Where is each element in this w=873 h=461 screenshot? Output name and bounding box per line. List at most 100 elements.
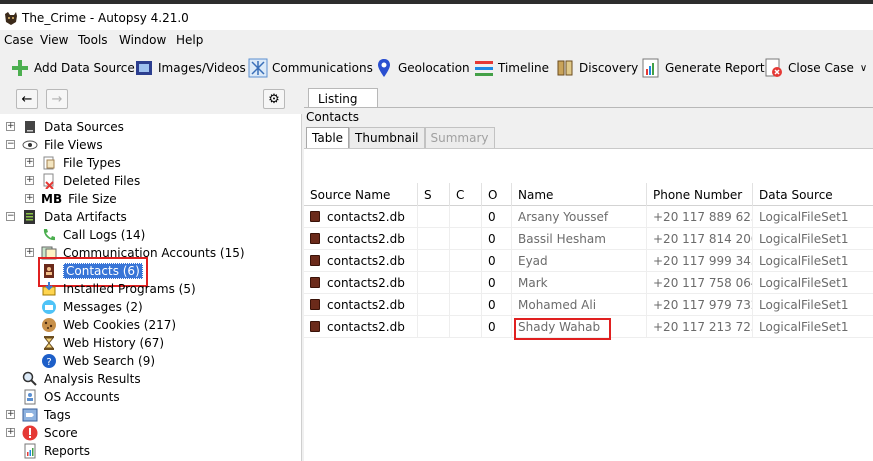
- forward-arrow-icon[interactable]: →: [46, 89, 68, 109]
- tab-thumbnail[interactable]: Thumbnail: [349, 127, 425, 148]
- film-icon: [136, 61, 152, 75]
- tree-item-tags[interactable]: Tags: [22, 406, 71, 424]
- database-icon: [310, 233, 320, 244]
- results-table: Source Name S C O Name Phone Number Data…: [304, 148, 873, 461]
- menu-window[interactable]: Window: [119, 33, 166, 47]
- tree-label: Web History (67): [63, 336, 165, 350]
- cell-source-name: contacts2.db: [304, 316, 418, 338]
- tree-item-file-views[interactable]: File Views: [22, 136, 103, 154]
- gear-icon[interactable]: ⚙: [263, 89, 285, 109]
- communications-button[interactable]: Communications: [248, 56, 373, 80]
- expand-toggle[interactable]: +: [25, 248, 34, 257]
- expand-toggle[interactable]: +: [6, 410, 15, 419]
- cell-c: [450, 250, 482, 272]
- tree-item-installed-programs[interactable]: Installed Programs (5): [41, 280, 196, 298]
- images-videos-button[interactable]: Images/Videos: [134, 56, 246, 80]
- add-data-source-button[interactable]: Add Data Source: [10, 56, 135, 80]
- timeline-icon: [475, 61, 493, 76]
- tree-item-reports[interactable]: Reports: [22, 442, 90, 460]
- tree-item-os-accounts[interactable]: OS Accounts: [22, 388, 120, 406]
- report-chart-icon: [642, 58, 659, 78]
- column-header-source-name[interactable]: Source Name: [304, 183, 418, 206]
- table-row[interactable]: contacts2.db 0 Eyad +20 117 999 3432 Log…: [304, 250, 873, 272]
- discovery-button[interactable]: Discovery: [555, 56, 638, 80]
- menu-case[interactable]: Case: [4, 33, 33, 47]
- expand-toggle[interactable]: +: [6, 122, 15, 131]
- geolocation-button[interactable]: Geolocation: [374, 56, 470, 80]
- tree-label: Analysis Results: [44, 372, 141, 386]
- tree-label: Reports: [44, 444, 91, 458]
- cell-name: Eyad: [512, 250, 647, 272]
- cell-data-source: LogicalFileSet1: [759, 298, 849, 312]
- tree-item-messages[interactable]: Messages (2): [41, 298, 143, 316]
- expand-toggle[interactable]: +: [25, 158, 34, 167]
- tree-item-web-search[interactable]: ? Web Search (9): [41, 352, 155, 370]
- menu-help[interactable]: Help: [176, 33, 203, 47]
- window-title: The_Crime - Autopsy 4.21.0: [22, 11, 189, 25]
- chevron-down-icon[interactable]: ∨: [860, 63, 867, 74]
- table-row[interactable]: contacts2.db 0 Mark +20 117 758 0642 Log…: [304, 272, 873, 294]
- tree-item-analysis-results[interactable]: Analysis Results: [22, 370, 141, 388]
- cell-name: Arsany Youssef: [512, 206, 647, 228]
- tree-item-web-cookies[interactable]: Web Cookies (217): [41, 316, 176, 334]
- tree-item-score[interactable]: Score: [22, 424, 78, 442]
- expand-toggle[interactable]: +: [6, 428, 15, 437]
- cell-o: 0: [482, 206, 512, 228]
- tree-item-data-sources[interactable]: Data Sources: [22, 118, 124, 136]
- menu-tools[interactable]: Tools: [78, 33, 108, 47]
- column-header-c[interactable]: C: [450, 183, 482, 206]
- table-row[interactable]: contacts2.db 0 Mohamed Ali +20 117 979 7…: [304, 294, 873, 316]
- tree-item-call-logs[interactable]: Call Logs (14): [41, 226, 145, 244]
- back-arrow-icon[interactable]: ←: [16, 89, 38, 109]
- tab-table[interactable]: Table: [306, 127, 350, 148]
- cell-data-source: LogicalFileSet1: [759, 320, 849, 334]
- expand-toggle[interactable]: +: [25, 194, 34, 203]
- file-size-icon: MB: [41, 192, 63, 206]
- artifacts-icon: [24, 210, 35, 224]
- tab-summary[interactable]: Summary: [424, 127, 495, 148]
- tree-item-file-types[interactable]: File Types: [41, 154, 121, 172]
- column-header-phone-number[interactable]: Phone Number: [647, 183, 753, 206]
- tree-label: Installed Programs (5): [63, 282, 196, 296]
- generate-report-button[interactable]: Generate Report: [641, 56, 765, 80]
- geolocation-label: Geolocation: [398, 61, 470, 75]
- cell-data-source: LogicalFileSet1: [759, 276, 849, 290]
- magnifier-icon: [22, 371, 37, 386]
- cell-source-name: contacts2.db: [304, 250, 418, 272]
- images-videos-label: Images/Videos: [158, 61, 246, 75]
- collapse-toggle[interactable]: −: [6, 140, 15, 149]
- column-header-data-source[interactable]: Data Source: [753, 183, 873, 206]
- expand-toggle[interactable]: +: [25, 176, 34, 185]
- os-account-icon: [24, 389, 36, 405]
- close-case-button[interactable]: Close Case ∨: [764, 56, 867, 80]
- database-icon: [310, 321, 320, 332]
- table-row[interactable]: contacts2.db 0 Arsany Youssef +20 117 88…: [304, 206, 873, 228]
- cell-s: [418, 294, 450, 316]
- messages-icon: [42, 300, 56, 314]
- cell-phone: +20 117 979 7322: [647, 294, 753, 316]
- column-header-s[interactable]: S: [418, 183, 450, 206]
- cell-c: [450, 316, 482, 338]
- collapse-toggle[interactable]: −: [6, 212, 15, 221]
- cell-phone: +20 117 999 3432: [647, 250, 753, 272]
- cell-data-source: LogicalFileSet1: [759, 254, 849, 268]
- cell-o: 0: [482, 272, 512, 294]
- timeline-label: Timeline: [498, 61, 550, 75]
- tree-item-deleted-files[interactable]: Deleted Files: [41, 172, 140, 190]
- viewer-subtabs: Table Thumbnail Summary: [306, 127, 495, 148]
- column-header-name[interactable]: Name: [512, 183, 647, 206]
- tree-item-file-size[interactable]: MB File Size: [41, 190, 117, 208]
- eye-icon: [22, 140, 38, 150]
- tree-item-data-artifacts[interactable]: Data Artifacts: [22, 208, 127, 226]
- column-header-o[interactable]: O: [482, 183, 512, 206]
- autopsy-dog-icon: [5, 12, 17, 25]
- database-icon: [310, 255, 320, 266]
- table-row[interactable]: contacts2.db 0 Bassil Hesham +20 117 814…: [304, 228, 873, 250]
- binoculars-icon: [557, 60, 573, 76]
- tag-icon: [22, 408, 38, 422]
- cell-name: Mohamed Ali: [512, 294, 647, 316]
- tree-item-web-history[interactable]: Web History (67): [41, 334, 164, 352]
- timeline-button[interactable]: Timeline: [474, 56, 549, 80]
- menu-view[interactable]: View: [40, 33, 68, 47]
- tab-listing[interactable]: Listing: [308, 88, 378, 108]
